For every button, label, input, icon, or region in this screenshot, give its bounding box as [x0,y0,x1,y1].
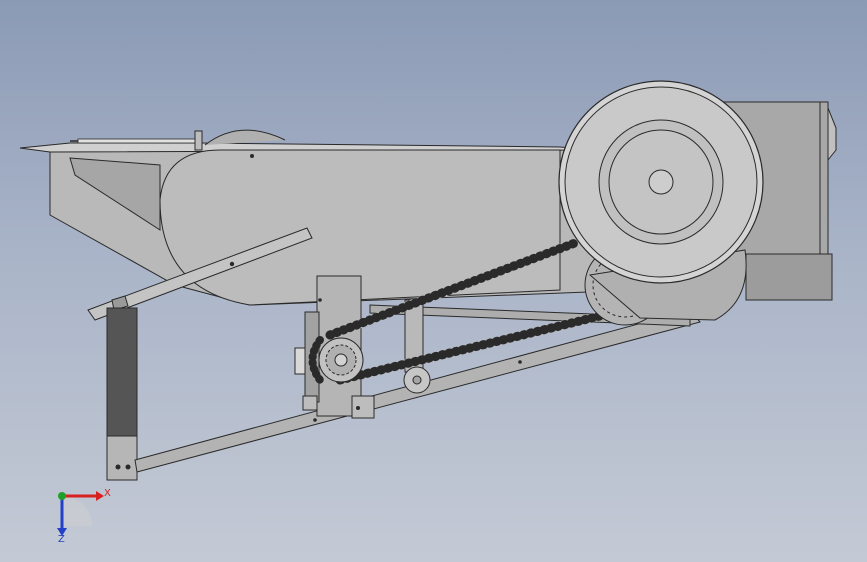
machine-assembly-drawing[interactable]: X Z [0,0,867,562]
front-leg[interactable] [106,307,138,481]
drive-sprocket[interactable] [318,337,364,383]
main-pulley[interactable] [558,80,764,284]
x-axis-label: X [104,488,111,499]
y-axis-dot-icon [58,492,66,500]
axis-triad: X Z [57,488,111,545]
cad-viewport[interactable]: X Z [0,0,867,562]
z-axis-label: Z [58,534,65,545]
idler-wheel[interactable] [403,366,431,394]
triad-plane-icon [62,496,92,526]
